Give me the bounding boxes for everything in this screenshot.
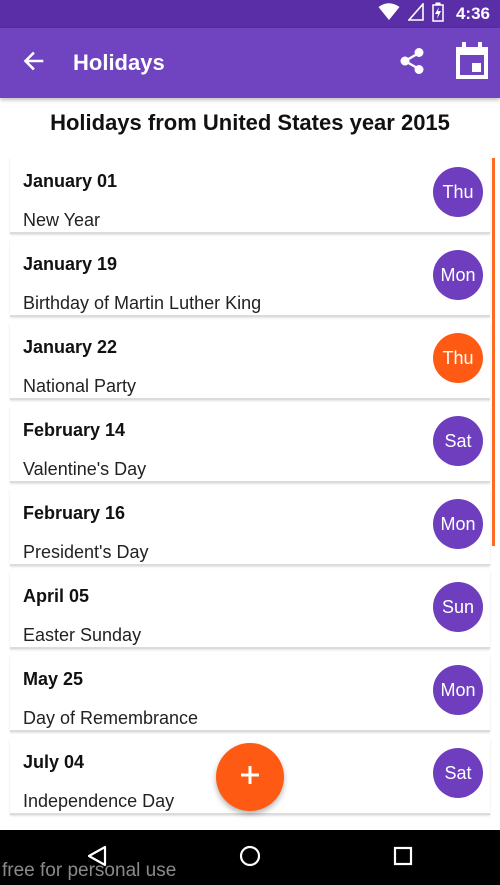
holiday-card[interactable]: February 16 President's Day Mon bbox=[10, 489, 490, 566]
holiday-name: Easter Sunday bbox=[23, 625, 142, 645]
holiday-name: Independence Day bbox=[23, 791, 175, 811]
holiday-name: Day of Remembrance bbox=[23, 708, 199, 728]
plus-icon bbox=[239, 764, 261, 791]
day-badge: Mon bbox=[433, 250, 483, 300]
holiday-date: April 05 bbox=[23, 586, 90, 606]
home-icon bbox=[238, 844, 262, 873]
back-button[interactable] bbox=[14, 43, 54, 83]
app-bar: Holidays bbox=[0, 28, 500, 98]
holiday-date: January 01 bbox=[23, 171, 118, 191]
battery-icon bbox=[432, 2, 444, 27]
arrow-back-icon bbox=[22, 49, 46, 78]
holiday-date: May 25 bbox=[23, 669, 84, 689]
holiday-card[interactable]: January 22 National Party Thu bbox=[10, 323, 490, 400]
holiday-list[interactable]: January 01 New Year Thu January 19 Birth… bbox=[0, 150, 500, 830]
holiday-card[interactable]: January 01 New Year Thu bbox=[10, 157, 490, 234]
holiday-name: New Year bbox=[23, 210, 101, 230]
holiday-name: President's Day bbox=[23, 542, 149, 562]
holiday-card[interactable]: May 25 Day of Remembrance Mon bbox=[10, 655, 490, 732]
signal-icon bbox=[407, 1, 424, 26]
holiday-name: National Party bbox=[23, 376, 137, 396]
wifi-icon bbox=[378, 2, 400, 26]
holiday-date: February 16 bbox=[23, 503, 126, 523]
holiday-name: Birthday of Martin Luther King bbox=[23, 293, 262, 313]
day-badge: Thu bbox=[433, 167, 483, 217]
app-title: Holidays bbox=[73, 50, 165, 75]
day-badge: Mon bbox=[433, 665, 483, 715]
holiday-card[interactable]: February 14 Valentine's Day Sat bbox=[10, 406, 490, 483]
day-badge: Mon bbox=[433, 499, 483, 549]
holiday-date: July 04 bbox=[23, 752, 85, 772]
holiday-name: Valentine's Day bbox=[23, 459, 147, 479]
day-badge: Sat bbox=[433, 416, 483, 466]
day-badge: Thu bbox=[433, 333, 483, 383]
calendar-icon bbox=[454, 41, 490, 85]
add-holiday-button[interactable] bbox=[216, 743, 284, 811]
list-heading: Holidays from United States year 2015 bbox=[50, 110, 450, 135]
holiday-date: January 19 bbox=[23, 254, 118, 274]
recents-icon bbox=[392, 845, 414, 872]
calendar-button[interactable] bbox=[450, 41, 494, 85]
holiday-date: January 22 bbox=[23, 337, 118, 357]
share-icon bbox=[397, 46, 427, 81]
share-button[interactable] bbox=[392, 43, 432, 83]
status-time: 4:36 bbox=[455, 4, 490, 23]
status-bar: 4:36 bbox=[0, 0, 500, 28]
holiday-date: February 14 bbox=[23, 420, 126, 440]
watermark-text: free for personal use bbox=[2, 860, 177, 881]
home-button[interactable] bbox=[230, 838, 270, 878]
day-badge: Sat bbox=[433, 748, 483, 798]
status-icons: 4:36 bbox=[378, 0, 490, 28]
recents-button[interactable] bbox=[383, 838, 423, 878]
day-badge: Sun bbox=[433, 582, 483, 632]
holiday-card[interactable]: January 19 Birthday of Martin Luther Kin… bbox=[10, 240, 490, 317]
scroll-indicator[interactable] bbox=[492, 158, 495, 546]
holiday-card[interactable]: April 05 Easter Sunday Sun bbox=[10, 572, 490, 649]
